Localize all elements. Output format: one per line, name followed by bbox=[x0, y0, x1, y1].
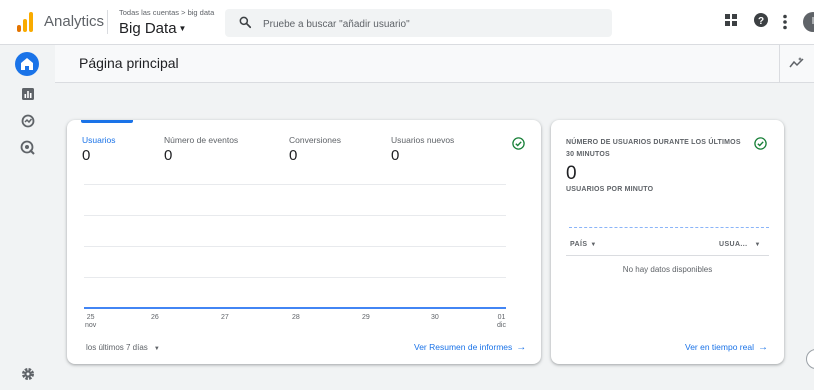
caret-down-icon: ▼ bbox=[153, 346, 160, 352]
avatar[interactable]: I bbox=[803, 12, 814, 32]
apps-grid-icon[interactable] bbox=[724, 13, 738, 27]
chart-series-line bbox=[84, 307, 506, 309]
search-icon bbox=[239, 16, 252, 29]
nav-admin[interactable] bbox=[17, 363, 39, 385]
page-title: Página principal bbox=[79, 55, 179, 71]
check-circle-icon[interactable] bbox=[754, 137, 767, 150]
realtime-card: NÚMERO DE USUARIOS DURANTE LOS ÚLTIMOS 3… bbox=[551, 120, 784, 364]
x-tick-label: 01 dic bbox=[497, 314, 506, 329]
account-selector[interactable]: Big Data ▼ bbox=[119, 20, 186, 37]
view-realtime-link[interactable]: Ver en tiempo real → bbox=[685, 342, 768, 353]
x-tick-label: 25 nov bbox=[85, 314, 97, 329]
caret-down-icon: ▼ bbox=[178, 24, 187, 33]
nav-home[interactable] bbox=[15, 52, 39, 76]
gear-icon bbox=[22, 368, 34, 380]
svg-text:?: ? bbox=[758, 16, 764, 27]
arrow-right-icon: → bbox=[516, 342, 527, 353]
metric-tab-new-users[interactable]: Usuarios nuevos 0 bbox=[391, 135, 454, 164]
nav-explore[interactable] bbox=[17, 110, 39, 132]
help-icon[interactable]: ? bbox=[753, 12, 769, 28]
chart-gridline bbox=[84, 277, 506, 278]
realtime-subtitle: USUARIOS POR MINUTO bbox=[566, 186, 654, 193]
active-metric-indicator bbox=[81, 120, 133, 123]
chart-gridline bbox=[84, 184, 506, 185]
realtime-value: 0 bbox=[566, 163, 577, 184]
arrow-right-icon: → bbox=[757, 342, 768, 353]
account-name: Big Data bbox=[119, 20, 177, 37]
chart-gridline bbox=[84, 215, 506, 216]
caret-down-icon: ▼ bbox=[754, 242, 761, 248]
account-breadcrumb[interactable]: Todas las cuentas > big data bbox=[119, 8, 214, 17]
feedback-button[interactable] bbox=[806, 349, 814, 369]
search-bar[interactable] bbox=[225, 9, 612, 37]
x-tick-label: 29 bbox=[362, 314, 370, 321]
metric-value: 0 bbox=[391, 147, 400, 164]
nav-advertising[interactable] bbox=[17, 137, 39, 159]
x-tick-label: 30 bbox=[431, 314, 439, 321]
date-range-label: los últimos 7 días bbox=[86, 343, 148, 352]
metric-label: Usuarios nuevos bbox=[391, 135, 455, 145]
date-range-selector[interactable]: los últimos 7 días ▼ bbox=[86, 343, 160, 352]
view-realtime-label: Ver en tiempo real bbox=[685, 342, 754, 352]
x-tick-label: 27 bbox=[221, 314, 229, 321]
explore-icon bbox=[21, 114, 35, 128]
nav-reports[interactable] bbox=[17, 83, 39, 105]
x-tick-label: 26 bbox=[151, 314, 159, 321]
metric-value: 0 bbox=[82, 147, 91, 164]
more-vert-icon[interactable] bbox=[782, 14, 788, 30]
overview-card: Usuarios 0 Número de eventos 0 Conversio… bbox=[67, 120, 541, 364]
metric-label: Usuarios bbox=[82, 135, 116, 145]
bar-chart-icon bbox=[22, 88, 34, 100]
view-reports-link[interactable]: Ver Resumen de informes → bbox=[414, 342, 526, 353]
x-tick-label: 28 bbox=[292, 314, 300, 321]
metric-tab-users[interactable]: Usuarios 0 bbox=[82, 135, 116, 164]
app-name: Analytics bbox=[44, 13, 105, 30]
metric-value: 0 bbox=[164, 147, 173, 164]
chart-gridline bbox=[84, 246, 506, 247]
metric-label: Conversiones bbox=[289, 135, 341, 145]
analytics-logo[interactable] bbox=[17, 12, 33, 32]
empty-state-message: No hay datos disponibles bbox=[622, 265, 713, 274]
metric-tab-events[interactable]: Número de eventos 0 bbox=[164, 135, 238, 164]
realtime-title: NÚMERO DE USUARIOS DURANTE LOS ÚLTIMOS 3… bbox=[566, 139, 741, 158]
metric-value: 0 bbox=[289, 147, 298, 164]
view-reports-label: Ver Resumen de informes bbox=[414, 342, 513, 352]
left-nav-rail bbox=[0, 45, 55, 380]
caret-down-icon: ▼ bbox=[590, 242, 597, 248]
column-header-users[interactable]: USUA... ▼ bbox=[719, 241, 761, 248]
check-circle-icon[interactable] bbox=[512, 137, 525, 150]
page-header: Página principal bbox=[55, 45, 814, 83]
metric-label: Número de eventos bbox=[164, 135, 239, 145]
realtime-table-header: PAÍS ▼ USUA... ▼ bbox=[566, 238, 769, 256]
search-input[interactable] bbox=[261, 14, 595, 34]
metric-tab-conversions[interactable]: Conversiones 0 bbox=[289, 135, 341, 164]
home-icon bbox=[21, 58, 33, 70]
header-divider bbox=[107, 10, 108, 34]
insights-icon bbox=[789, 57, 804, 68]
advertising-target-icon bbox=[20, 140, 35, 155]
users-per-minute-chart bbox=[569, 227, 769, 228]
column-header-country[interactable]: PAÍS ▼ bbox=[570, 241, 597, 248]
top-bar: Analytics Todas las cuentas > big data B… bbox=[0, 0, 814, 45]
insights-button[interactable] bbox=[779, 45, 814, 82]
